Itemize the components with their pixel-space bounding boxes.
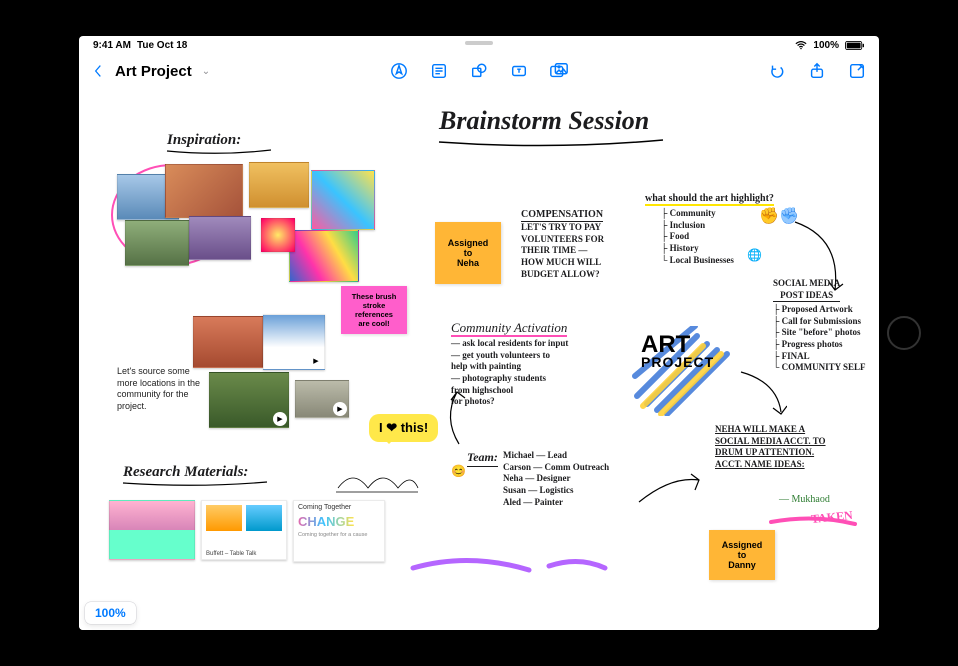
social-header: SOCIAL MEDIA POST IDEAS: [773, 278, 840, 302]
doodle-sketch: [333, 448, 423, 498]
text-box-button[interactable]: [509, 62, 529, 80]
screen: 9:41 AM Tue Oct 18 100% Art Project ⌄: [79, 36, 879, 630]
sticky-note-pink[interactable]: These brush stroke references are cool!: [341, 286, 407, 334]
shapes-button[interactable]: [469, 62, 489, 80]
photo-thumbnail[interactable]: [311, 170, 375, 230]
inspiration-underline: [165, 148, 275, 156]
photo-thumbnail[interactable]: [261, 218, 295, 252]
status-date: Tue Oct 18: [137, 40, 187, 51]
highlight-question: what should the art highlight?: [645, 192, 774, 205]
toolbar: Art Project ⌄: [79, 54, 879, 88]
new-board-button[interactable]: [847, 62, 867, 80]
home-button[interactable]: [887, 316, 921, 350]
text-note[interactable]: Let's source some more locations in the …: [117, 366, 207, 413]
smiley-sticker-icon[interactable]: 😊: [451, 464, 466, 478]
sticky-note-danny[interactable]: Assigned to Danny: [709, 530, 775, 580]
globe-sticker-icon[interactable]: 🌐: [747, 248, 762, 262]
chevron-down-icon[interactable]: ⌄: [202, 66, 210, 77]
photo-thumbnail[interactable]: [165, 164, 243, 218]
social-list: ├ Proposed Artwork ├ Call for Submission…: [773, 304, 879, 374]
signature-text: — Mukhaod: [779, 494, 830, 505]
ipad-device-frame: 9:41 AM Tue Oct 18 100% Art Project ⌄: [19, 18, 939, 648]
main-title-handwriting: Brainstorm Session: [439, 106, 649, 136]
play-icon[interactable]: ▶: [309, 354, 323, 368]
play-icon[interactable]: ▶: [273, 412, 287, 426]
pink-stroke: [769, 514, 859, 530]
document-thumbnail[interactable]: [109, 500, 195, 560]
pen-tool-button[interactable]: [389, 62, 409, 80]
fist-sticker-icon[interactable]: ✊: [759, 206, 779, 226]
sticky-note-neha[interactable]: Assigned to Neha: [435, 222, 501, 284]
board-title[interactable]: Art Project: [115, 63, 192, 80]
photo-thumbnail[interactable]: [193, 316, 263, 368]
neha-note: NEHA WILL MAKE A SOCIAL MEDIA ACCT. TO D…: [715, 424, 855, 471]
photo-thumbnail[interactable]: [249, 162, 309, 208]
sticky-note-button[interactable]: [429, 62, 449, 80]
title-underline: [437, 138, 667, 150]
battery-icon: [845, 41, 865, 50]
team-body: Michael — Lead Carson — Comm Outreach Ne…: [503, 450, 643, 508]
back-button[interactable]: [91, 64, 105, 78]
document-thumbnail[interactable]: Buffett – Table Talk: [201, 500, 287, 560]
wifi-icon: [795, 41, 807, 50]
photo-thumbnail[interactable]: [289, 230, 359, 282]
team-header: Team:: [467, 450, 498, 467]
speech-bubble[interactable]: I ❤ this!: [369, 414, 438, 442]
arrow-annotation: [439, 388, 469, 448]
undo-button[interactable]: [767, 62, 787, 80]
status-time: 9:41 AM: [93, 40, 131, 51]
arrow-annotation: [635, 472, 705, 512]
compensation-header: COMPENSATION: [521, 208, 603, 222]
media-button[interactable]: [549, 62, 569, 80]
play-icon[interactable]: ▶: [333, 402, 347, 416]
document-thumbnail[interactable]: Coming Together CHANGE Coming together f…: [293, 500, 385, 562]
multitask-pill[interactable]: [465, 41, 493, 45]
art-project-logo-text: ART PROJECT: [641, 334, 714, 368]
compensation-body: LET'S TRY TO PAY VOLUNTEERS FOR THEIR TI…: [521, 222, 621, 280]
community-body: — ask local residents for input — get yo…: [451, 338, 601, 408]
zoom-level-badge[interactable]: 100%: [85, 602, 136, 624]
research-header: Research Materials:: [123, 464, 248, 481]
research-underline: [121, 480, 271, 488]
inspiration-header: Inspiration:: [167, 132, 241, 149]
battery-percent: 100%: [813, 40, 839, 51]
share-button[interactable]: [807, 62, 827, 80]
freeform-canvas[interactable]: Brainstorm Session Inspiration: These br…: [79, 88, 879, 630]
community-header: Community Activation: [451, 320, 567, 336]
photo-thumbnail[interactable]: [125, 220, 189, 266]
purple-stroke: [409, 548, 609, 578]
status-bar: 9:41 AM Tue Oct 18 100%: [79, 36, 879, 54]
photo-thumbnail[interactable]: [189, 216, 251, 260]
arrow-annotation: [737, 368, 787, 418]
